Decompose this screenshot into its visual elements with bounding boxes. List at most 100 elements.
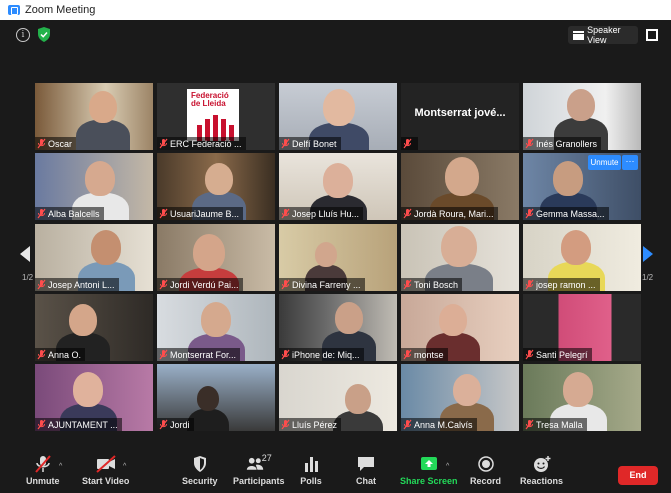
participant-name: Jordi Verdú Pai...: [170, 279, 239, 290]
participant-name-tag: Alba Balcells: [35, 207, 104, 220]
audio-options-caret-icon[interactable]: ^: [59, 463, 62, 470]
participant-name: Divina Farreny ...: [292, 279, 361, 290]
participant-tile[interactable]: Divina Farreny ...: [279, 224, 397, 291]
participant-tile[interactable]: Alba Balcells: [35, 153, 153, 220]
participant-tile[interactable]: Lluís Pérez: [279, 364, 397, 431]
tile-unmute-button[interactable]: Unmute: [588, 155, 621, 170]
participant-tile[interactable]: Anna O.: [35, 294, 153, 361]
speaker-view-button[interactable]: Speaker View: [568, 25, 638, 45]
participant-tile[interactable]: iPhone de: Miq...: [279, 294, 397, 361]
participant-name-tag: Anna O.: [35, 348, 86, 361]
participant-name: montse: [414, 349, 444, 360]
participant-tile[interactable]: Toni Bosch: [401, 224, 519, 291]
reactions-button[interactable]: Reactions: [520, 455, 563, 491]
encryption-shield-icon[interactable]: [37, 27, 51, 42]
participant-face: [69, 304, 97, 337]
participant-tile[interactable]: Oscar: [35, 83, 153, 150]
participant-tile[interactable]: Jordà Roura, Mari...: [401, 153, 519, 220]
participant-face: [193, 234, 225, 271]
participants-button[interactable]: 27 Participants: [233, 453, 285, 491]
muted-mic-icon: [37, 349, 46, 360]
participant-name-tag: montse: [401, 348, 448, 361]
participant-face: [315, 242, 337, 268]
tile-more-button[interactable]: ···: [622, 155, 638, 170]
muted-mic-icon: [525, 419, 534, 430]
muted-mic-icon: [281, 208, 290, 219]
participant-tile[interactable]: UsuariJaume B...: [157, 153, 275, 220]
muted-mic-icon: [525, 138, 534, 149]
participant-tile[interactable]: Jordi Verdú Pai...: [157, 224, 275, 291]
previous-page-arrow-icon[interactable]: [20, 246, 30, 262]
participant-face: [553, 161, 583, 196]
muted-mic-icon: [281, 138, 290, 149]
participant-tile[interactable]: Tresa Malla: [523, 364, 641, 431]
participant-tile[interactable]: montse: [401, 294, 519, 361]
participant-name-tag: Josep Antoni L...: [35, 278, 119, 291]
participant-face: [439, 304, 467, 337]
info-icon[interactable]: i: [16, 28, 30, 42]
window-title: Zoom Meeting: [25, 4, 96, 16]
muted-mic-icon: [281, 349, 290, 360]
participant-name: Alba Balcells: [48, 208, 100, 219]
participant-name-tag: UsuariJaume B...: [157, 207, 244, 220]
chat-button[interactable]: Chat: [355, 455, 377, 491]
participant-tile[interactable]: Santi Pelegrí: [523, 294, 641, 361]
muted-mic-icon: [281, 419, 290, 430]
participant-tile[interactable]: josep ramon ...: [523, 224, 641, 291]
participant-tile[interactable]: AJUNTAMENT ...: [35, 364, 153, 431]
video-options-caret-icon[interactable]: ^: [123, 463, 126, 470]
participant-name-tag: AJUNTAMENT ...: [35, 418, 122, 431]
page-indicator-right: 1/2: [642, 273, 654, 282]
participant-name: AJUNTAMENT ...: [48, 419, 118, 430]
polls-icon: [305, 457, 318, 472]
participant-name-tag: Inés Granollers: [523, 137, 602, 150]
speaker-view-label: Speaker View: [587, 25, 621, 45]
participant-name-tag: Divina Farreny ...: [279, 278, 365, 291]
start-video-label: Start Video: [82, 476, 130, 486]
participant-tile[interactable]: Josep Antoni L...: [35, 224, 153, 291]
chat-icon: [358, 457, 374, 471]
participant-tile[interactable]: Anna M.Calvís: [401, 364, 519, 431]
gallery-view: Oscar Federació de Lleida ERC Federació ...…: [0, 50, 671, 450]
participant-tile[interactable]: Jordi: [157, 364, 275, 431]
participant-name: Jordà Roura, Mari...: [414, 208, 494, 219]
participant-face: [335, 302, 363, 335]
muted-microphone-icon: [34, 455, 51, 473]
unmute-label: Unmute: [26, 476, 60, 486]
participant-name-tag: Josep Lluís Hu...: [279, 207, 364, 220]
muted-mic-icon: [403, 419, 412, 430]
record-button[interactable]: Record: [470, 455, 501, 491]
share-options-caret-icon[interactable]: ^: [446, 463, 449, 470]
fullscreen-icon[interactable]: [646, 29, 658, 41]
participant-tile[interactable]: Federació de Lleida ERC Federació ...: [157, 83, 275, 150]
participant-tile[interactable]: Delfí Bonet: [279, 83, 397, 150]
participant-face: [89, 91, 117, 124]
participant-tile[interactable]: Montserrat For...: [157, 294, 275, 361]
participant-name-tag: Toni Bosch: [401, 278, 463, 291]
muted-mic-icon: [159, 208, 168, 219]
end-meeting-button[interactable]: End: [618, 466, 658, 485]
muted-mic-icon: [37, 208, 46, 219]
participant-name: Tresa Malla: [536, 419, 583, 430]
participant-tile[interactable]: Josep Lluís Hu...: [279, 153, 397, 220]
next-page-arrow-icon[interactable]: [643, 246, 653, 262]
share-screen-button[interactable]: Share Screen: [400, 455, 458, 491]
participant-face: [567, 89, 595, 122]
muted-mic-icon: [281, 279, 290, 290]
participant-name-tag: Anna M.Calvís: [401, 418, 477, 431]
participant-face: [91, 230, 121, 265]
start-video-button[interactable]: Start Video: [82, 455, 129, 491]
security-label: Security: [182, 476, 218, 486]
participant-name-tag: Delfí Bonet: [279, 137, 341, 150]
participant-face: [441, 226, 477, 268]
security-button[interactable]: Security: [182, 455, 218, 491]
participant-face: [453, 374, 481, 407]
reactions-label: Reactions: [520, 476, 564, 486]
participant-face: [563, 372, 593, 407]
muted-mic-icon: [159, 138, 168, 149]
polls-button[interactable]: Polls: [300, 455, 322, 491]
unmute-button[interactable]: Unmute: [26, 455, 60, 491]
participant-name-tag: Jordi: [157, 418, 194, 431]
participant-tile[interactable]: Inés Granollers: [523, 83, 641, 150]
participant-tile[interactable]: Montserrat jové...: [401, 83, 519, 150]
